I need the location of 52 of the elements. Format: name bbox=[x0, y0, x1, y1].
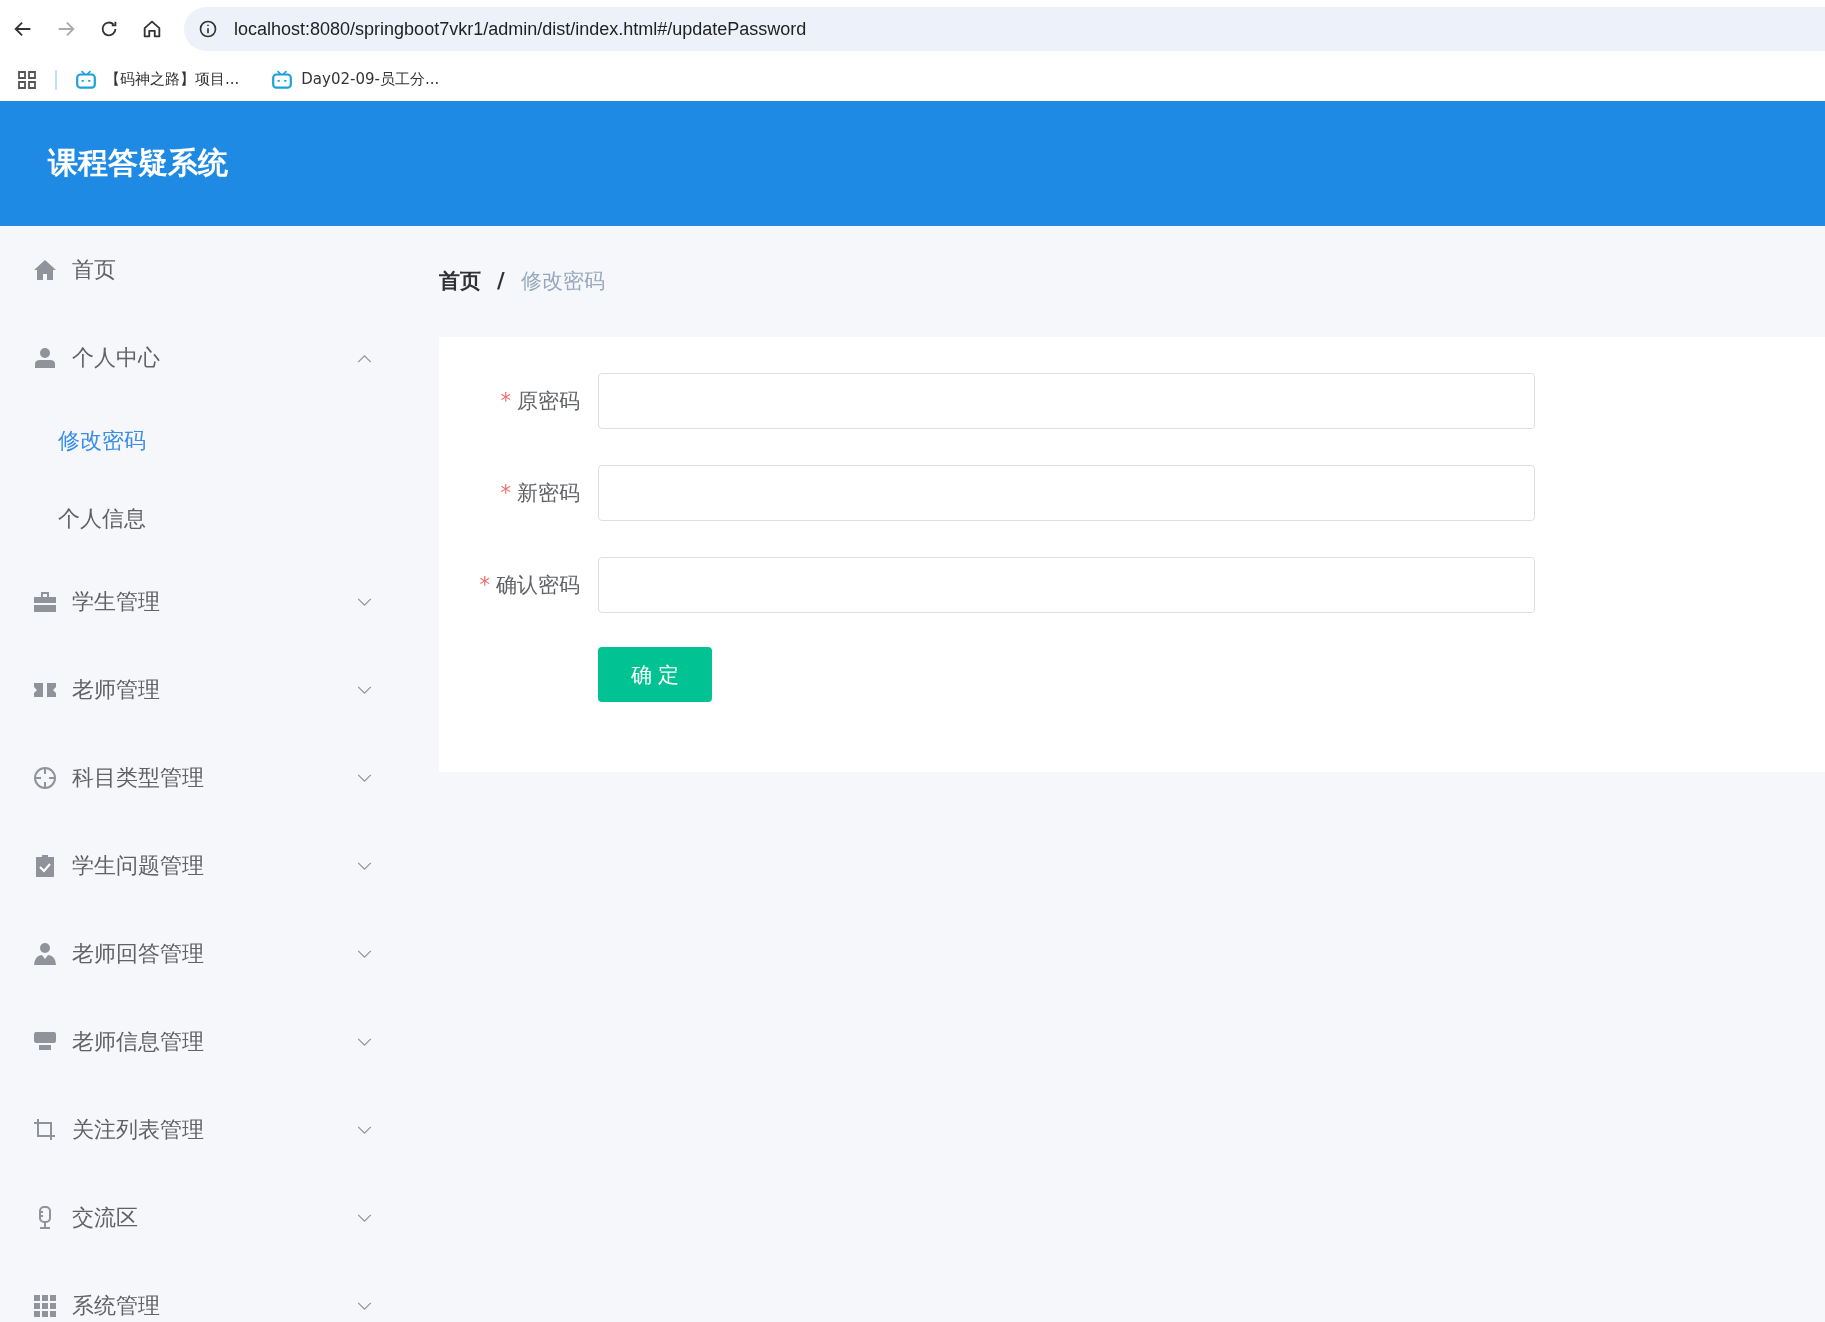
apps-icon[interactable] bbox=[17, 69, 37, 90]
bookmark[interactable]: Day02-09-员工分... bbox=[271, 68, 440, 91]
menu-item[interactable]: 学生管理 bbox=[0, 558, 420, 646]
password-field[interactable] bbox=[598, 465, 1535, 521]
app-title: 课程答疑系统 bbox=[48, 144, 228, 182]
menu-item[interactable]: 老师管理 bbox=[0, 646, 420, 734]
chevron-up-icon bbox=[357, 353, 372, 363]
password-field[interactable] bbox=[598, 373, 1535, 429]
chevron-down-icon bbox=[357, 685, 372, 695]
menu-item[interactable]: 系统管理 bbox=[0, 1262, 420, 1322]
tv-icon bbox=[75, 68, 97, 91]
crosshair-icon bbox=[33, 766, 57, 790]
tv-icon bbox=[271, 68, 294, 91]
chevron-down-icon bbox=[357, 1213, 372, 1223]
clipboard-check-icon bbox=[33, 854, 57, 878]
field-label: 确认密码 bbox=[496, 573, 580, 597]
menu-item[interactable]: 个人中心 bbox=[0, 314, 420, 402]
required-mark: * bbox=[479, 573, 490, 597]
required-mark: * bbox=[500, 481, 511, 505]
field-label: 新密码 bbox=[517, 481, 580, 505]
briefcase-icon bbox=[33, 590, 57, 614]
menu-item[interactable]: 交流区 bbox=[0, 1174, 420, 1262]
bookmark[interactable]: 【码神之路】项目... bbox=[75, 68, 240, 91]
menu-item[interactable]: 老师回答管理 bbox=[0, 910, 420, 998]
grid-icon bbox=[33, 1294, 57, 1318]
field-label: 原密码 bbox=[517, 389, 580, 413]
home-icon[interactable] bbox=[141, 18, 163, 40]
address-bar[interactable]: localhost:8080/springboot7vkr1/admin/dist/index.html#/updatePassword bbox=[184, 7, 1825, 51]
url-text: localhost:8080/springboot7vkr1/admin/dist/index.html#/updatePassword bbox=[234, 18, 807, 40]
breadcrumb-link[interactable]: 首页 bbox=[439, 266, 481, 295]
user-icon bbox=[33, 346, 57, 370]
menu-item[interactable]: 老师信息管理 bbox=[0, 998, 420, 1086]
menu-item[interactable]: 关注列表管理 bbox=[0, 1086, 420, 1174]
chevron-down-icon bbox=[357, 949, 372, 959]
submenu-item[interactable]: 修改密码 bbox=[0, 402, 420, 480]
menu-item[interactable]: 科目类型管理 bbox=[0, 734, 420, 822]
chevron-down-icon bbox=[357, 773, 372, 783]
required-mark: * bbox=[500, 389, 511, 413]
crop-icon bbox=[33, 1118, 57, 1142]
chevron-down-icon bbox=[357, 597, 372, 607]
info-icon[interactable] bbox=[198, 19, 218, 39]
menu-item[interactable]: 首页 bbox=[0, 226, 420, 314]
user-icon bbox=[33, 942, 57, 966]
home-icon bbox=[33, 258, 57, 282]
submenu-item[interactable]: 个人信息 bbox=[0, 480, 420, 558]
chevron-down-icon bbox=[357, 1301, 372, 1311]
chevron-down-icon bbox=[357, 1037, 372, 1047]
password-field[interactable] bbox=[598, 557, 1535, 613]
menu-item[interactable]: 学生问题管理 bbox=[0, 822, 420, 910]
breadcrumb-separator: / bbox=[497, 268, 505, 293]
chevron-down-icon bbox=[357, 1125, 372, 1135]
chevron-down-icon bbox=[357, 861, 372, 871]
